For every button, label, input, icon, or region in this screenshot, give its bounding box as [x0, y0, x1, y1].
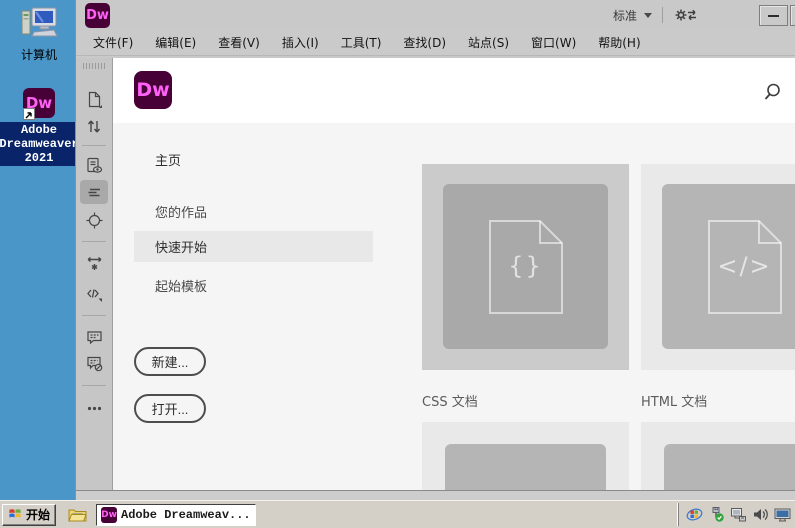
workspace-selector[interactable]: 标准: [613, 7, 652, 24]
menu-help[interactable]: 帮助(H): [594, 32, 644, 53]
window-bottom-frame: [76, 490, 795, 500]
dreamweaver-app-icon: Dw: [101, 507, 117, 523]
windows-flag-icon: [8, 506, 23, 524]
usb-safely-remove-icon[interactable]: [708, 506, 725, 523]
menu-site[interactable]: 站点(S): [464, 32, 513, 53]
taskbar-item-dreamweaver[interactable]: Dw Adobe Dreamweav...: [96, 504, 256, 526]
menu-find[interactable]: 查找(D): [399, 32, 450, 53]
windows-update-icon[interactable]: [686, 506, 703, 523]
divider: [82, 241, 106, 242]
quick-launch-folder-icon[interactable]: [66, 505, 88, 525]
workspace-switch-gear-icon[interactable]: [673, 6, 699, 24]
minimize-button[interactable]: [759, 5, 788, 26]
shortcut-arrow-icon: [23, 108, 35, 120]
taskbar: 开始 Dw Adobe Dreamweav...: [0, 500, 795, 528]
card-partial[interactable]: [641, 422, 795, 490]
network-icon[interactable]: [730, 506, 747, 523]
comment-icon[interactable]: [80, 325, 108, 349]
live-view-doc-icon[interactable]: [80, 153, 108, 177]
code-edit-icon[interactable]: [80, 282, 108, 306]
nav-home[interactable]: 主页: [155, 150, 181, 169]
target-guides-icon[interactable]: [80, 208, 108, 232]
card-css-document[interactable]: {}: [422, 164, 629, 370]
css-glyph: {}: [443, 252, 608, 280]
nav-starter-templates[interactable]: 起始模板: [155, 276, 207, 295]
welcome-screen: Dw 主页 您的作品 快速开始 起始模板 新建...: [113, 58, 795, 490]
menu-file[interactable]: 文件(F): [89, 32, 137, 53]
chevron-down-icon: [644, 13, 652, 18]
welcome-header: Dw: [113, 58, 795, 123]
left-tool-column: [76, 58, 113, 490]
start-button[interactable]: 开始: [2, 504, 56, 526]
card-label-html: HTML 文档: [641, 391, 707, 410]
start-label: 开始: [26, 506, 50, 523]
desktop-icon-computer[interactable]: 计算机: [8, 6, 70, 63]
search-icon[interactable]: [760, 80, 784, 104]
dreamweaver-logo: Dw: [134, 71, 172, 109]
file-thumbnail: {}: [443, 184, 608, 349]
file-thumbnail: </>: [662, 184, 795, 349]
taskbar-item-label: Adobe Dreamweav...: [121, 508, 251, 522]
divider: [662, 7, 663, 23]
new-file-icon[interactable]: [80, 87, 108, 111]
maximize-button[interactable]: [790, 5, 795, 26]
dreamweaver-window: Dw 标准: [75, 0, 795, 500]
screen: 计算机 Dw Adobe Dreamweaver 2021 Dw 标准: [0, 0, 795, 528]
new-button[interactable]: 新建...: [134, 347, 206, 376]
desktop-icon-label-selected: Adobe Dreamweaver 2021: [0, 122, 81, 166]
menu-window[interactable]: 窗口(W): [527, 32, 580, 53]
dreamweaver-shortcut-icon: Dw: [23, 88, 55, 118]
titlebar[interactable]: Dw 标准: [76, 0, 795, 30]
divider: [82, 315, 106, 316]
volume-icon[interactable]: [752, 506, 769, 523]
computer-icon: [20, 6, 58, 43]
divider: [82, 385, 106, 386]
card-partial[interactable]: [422, 422, 629, 490]
menu-tools[interactable]: 工具(T): [337, 32, 386, 53]
format-lines-icon[interactable]: [80, 180, 108, 204]
divider: [82, 145, 106, 146]
sort-updown-icon[interactable]: [80, 114, 108, 138]
desktop-icon-label: 计算机: [21, 46, 57, 63]
card-html-document[interactable]: </>: [641, 164, 795, 370]
menubar: 文件(F) 编辑(E) 查看(V) 插入(I) 工具(T) 查找(D) 站点(S…: [76, 30, 795, 56]
display-icon[interactable]: [774, 506, 791, 523]
menu-insert[interactable]: 插入(I): [278, 32, 323, 53]
extract-width-icon[interactable]: [80, 251, 108, 275]
menu-view[interactable]: 查看(V): [214, 32, 264, 53]
nav-your-work[interactable]: 您的作品: [155, 202, 207, 221]
comment-remove-icon[interactable]: [80, 351, 108, 375]
card-label-css: CSS 文档: [422, 391, 478, 410]
html-glyph: </>: [662, 252, 795, 280]
menu-edit[interactable]: 编辑(E): [151, 32, 200, 53]
app-icon: Dw: [85, 3, 110, 28]
system-tray: [678, 503, 791, 526]
desktop-icon-dreamweaver[interactable]: Dw Adobe Dreamweaver 2021: [3, 88, 75, 166]
toolbar-grip[interactable]: [83, 63, 105, 69]
nav-quick-start-active[interactable]: 快速开始: [134, 231, 373, 262]
open-button[interactable]: 打开...: [134, 394, 206, 423]
welcome-body: 主页 您的作品 快速开始 起始模板 新建... 打开...: [113, 123, 795, 490]
more-options-icon[interactable]: [80, 396, 108, 420]
